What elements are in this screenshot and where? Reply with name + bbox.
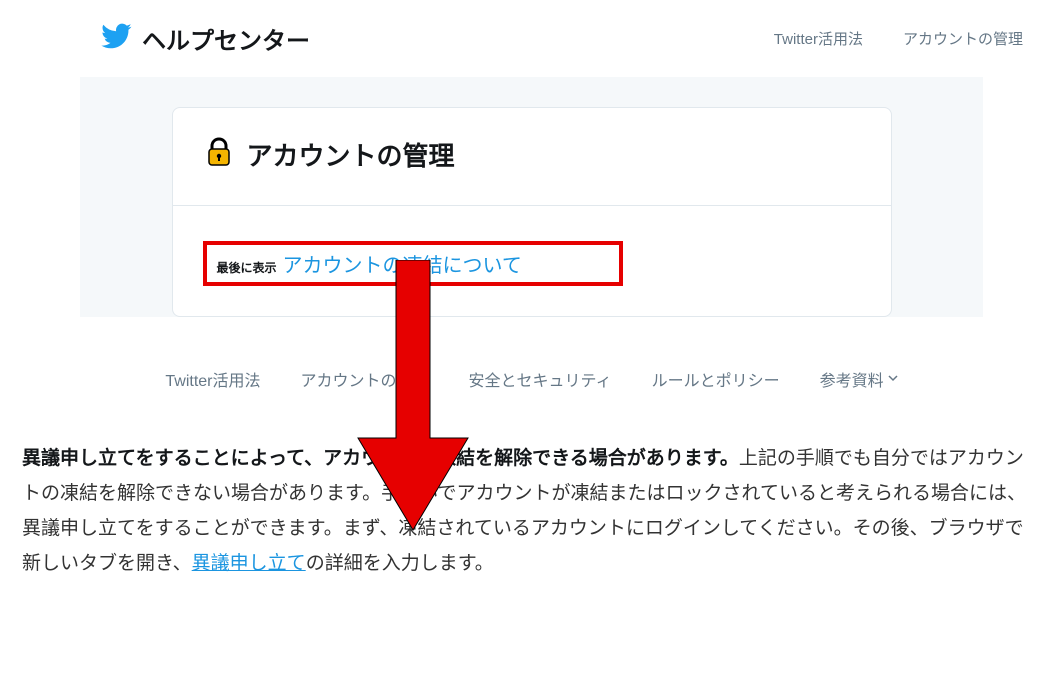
chevron-down-icon [888, 370, 898, 388]
nav-item-account-management[interactable]: アカウントの管理 [903, 28, 1023, 49]
subnav-label: 安全とセキュリティ [469, 367, 612, 391]
header: ヘルプセンター Twitter活用法 アカウントの管理 [0, 0, 1063, 77]
link-account-suspension[interactable]: アカウントの凍結について [283, 249, 522, 278]
subnav-account-management[interactable]: アカウントの管理 [301, 367, 429, 391]
subnav-twitter-usage[interactable]: Twitter活用法 [165, 367, 260, 391]
highlighted-link-row: 最後に表示 アカウントの凍結について [203, 241, 623, 286]
card-title: アカウントの管理 [247, 136, 455, 173]
link-appeal[interactable]: 異議申し立て [192, 553, 306, 574]
card-body: 最後に表示 アカウントの凍結について [173, 206, 891, 316]
subnav-label: ルールとポリシー [652, 367, 780, 391]
subnav-safety-security[interactable]: 安全とセキュリティ [469, 367, 612, 391]
paragraph-bold: 異議申し立てをすることによって、アカウントの凍結を解除できる場合があります。 [22, 448, 739, 469]
nav-item-twitter-usage[interactable]: Twitter活用法 [774, 28, 863, 49]
lock-icon [203, 136, 235, 173]
content-box: アカウントの管理 最後に表示 アカウントの凍結について [80, 77, 983, 317]
help-center-title: ヘルプセンター [142, 21, 310, 56]
subnav-label: 参考資料 [820, 367, 884, 391]
sub-nav: Twitter活用法 アカウントの管理 安全とセキュリティ ルールとポリシー 参… [0, 317, 1063, 421]
subnav-references[interactable]: 参考資料 [820, 367, 898, 391]
paragraph-body: 異議申し立てをすることによって、アカウントの凍結を解除できる場合があります。上記… [0, 421, 1063, 582]
paragraph-text-2: の詳細を入力します。 [306, 553, 494, 574]
card-account-management: アカウントの管理 最後に表示 アカウントの凍結について [172, 107, 892, 317]
subnav-rules-policies[interactable]: ルールとポリシー [652, 367, 780, 391]
header-left: ヘルプセンター [100, 20, 310, 57]
twitter-icon [100, 20, 132, 57]
header-nav: Twitter活用法 アカウントの管理 [774, 28, 1023, 49]
card-header: アカウントの管理 [173, 108, 891, 206]
subnav-label: アカウントの管理 [301, 367, 429, 391]
last-viewed-label: 最後に表示 [217, 259, 277, 276]
subnav-label: Twitter活用法 [165, 367, 260, 391]
